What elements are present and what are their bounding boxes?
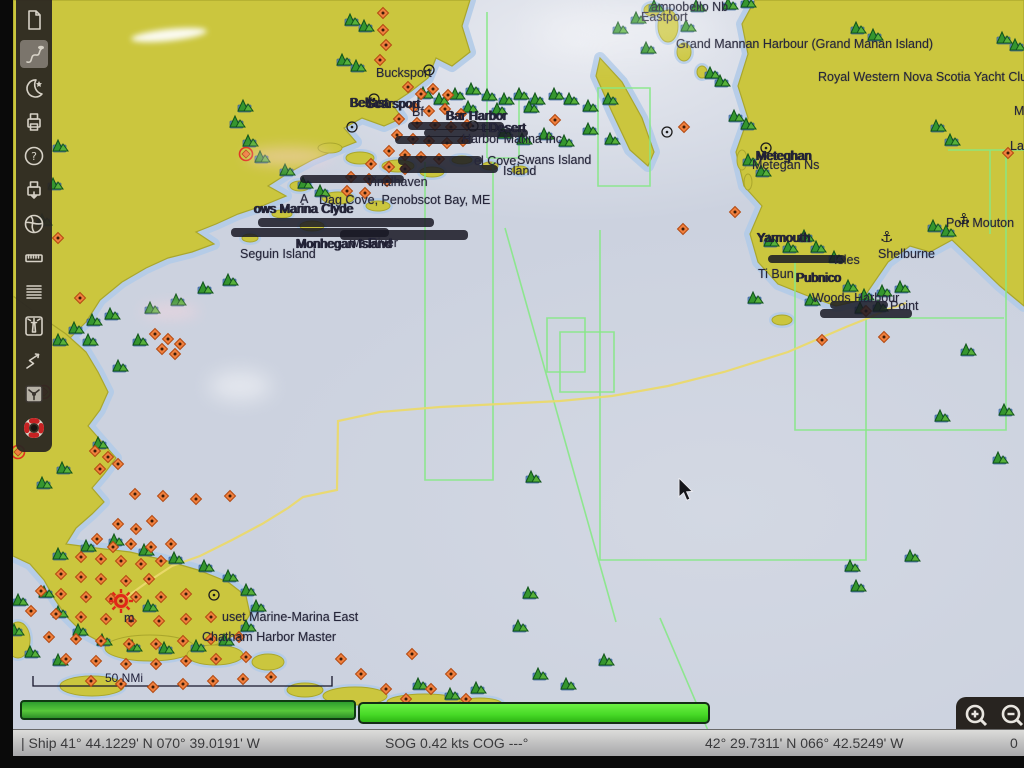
place-label: Ti Bun — [758, 267, 794, 281]
place-label: Pubnico — [796, 271, 841, 285]
place-label: Grand Mannan Harbour (Grand Manan Island… — [676, 37, 933, 51]
zoom-out-icon — [998, 702, 1024, 732]
place-label: Bf — [412, 105, 424, 119]
place-label: m — [124, 611, 134, 625]
sog-cog-readout: SOG 0.42 kts COG ---° — [385, 735, 528, 751]
plugin-button[interactable] — [20, 380, 48, 408]
place-label: Chatham Harbor Master — [202, 630, 336, 644]
route-create-icon — [22, 42, 46, 66]
ruler-icon — [22, 246, 46, 270]
place-label: Isles — [834, 253, 860, 267]
print-chart-button[interactable] — [20, 108, 48, 136]
help-icon: ? — [22, 144, 46, 168]
create-route-button[interactable] — [20, 40, 48, 68]
chart-labels: ampobello NbEastportGrand Mannan Harbour… — [13, 0, 1024, 729]
print-track-icon — [22, 178, 46, 202]
lighthouse-icon — [22, 314, 46, 338]
place-label: ows Marina Clyde — [254, 202, 353, 216]
place-label: uset Marine-Marina East — [222, 610, 358, 624]
place-label: Vinalhaven — [366, 175, 428, 189]
place-label: Point — [890, 299, 919, 313]
measure-button[interactable] — [20, 244, 48, 272]
zoom-in-icon — [962, 702, 992, 732]
place-label: Bucksport — [376, 66, 432, 80]
anchor-symbol[interactable]: ⚓ — [880, 228, 893, 246]
print-track-button[interactable] — [20, 176, 48, 204]
status-bar: | Ship 41° 44.1229' N 070° 39.0191' W SO… — [13, 729, 1024, 756]
printer-icon — [22, 110, 46, 134]
toolbar: ? — [16, 0, 52, 452]
place-label: Harbor Marina Inc — [462, 132, 562, 146]
cursor-position-readout: 42° 29.7311' N 066° 42.5249' W — [705, 735, 903, 751]
place-label: Royal Western Nova Scotia Yacht Club — [818, 70, 1024, 84]
anchor-symbol[interactable]: ⚓ — [957, 210, 970, 228]
overlapping-labels-blob — [398, 156, 482, 165]
chart-scale-button[interactable] — [20, 278, 48, 306]
track-icon — [22, 348, 46, 372]
place-label: Eastport — [641, 10, 688, 24]
overlapping-labels-blob — [258, 218, 434, 227]
color-scheme-button[interactable] — [20, 74, 48, 102]
place-label: Island — [503, 164, 536, 178]
place-label: Seguin Island — [240, 247, 316, 261]
man-overboard-button[interactable] — [20, 414, 48, 442]
place-label: M — [1014, 104, 1024, 118]
route-manager-button[interactable] — [20, 6, 48, 34]
place-label: Metegan Ns — [752, 158, 819, 172]
place-label: La — [1010, 139, 1024, 153]
screen: ampobello NbEastportGrand Mannan Harbour… — [0, 0, 1024, 768]
ship-position-readout: | Ship 41° 44.1229' N 070° 39.0191' W — [21, 735, 260, 751]
svg-text:?: ? — [31, 150, 37, 163]
scale-lines-icon — [22, 280, 46, 304]
globe-icon — [22, 212, 46, 236]
mob-icon — [22, 416, 46, 440]
chart-file-icon — [22, 8, 46, 32]
chart-bar-segment-2[interactable] — [358, 702, 710, 724]
place-label: Yarmouth — [757, 231, 810, 245]
night-mode-icon — [22, 76, 46, 100]
chart-canvas[interactable]: ampobello NbEastportGrand Mannan Harbour… — [13, 0, 1024, 729]
place-label: Woods Harbour — [812, 291, 899, 305]
place-label: Shelburne — [878, 247, 935, 261]
scale-label: 50 NMi — [105, 671, 143, 685]
status-right-fragment: 0 — [1010, 735, 1018, 751]
lights-overlay-button[interactable] — [20, 312, 48, 340]
track-button[interactable] — [20, 346, 48, 374]
plugin-box-icon — [22, 382, 46, 406]
world-view-button[interactable] — [20, 210, 48, 238]
chart-bar-segment-1[interactable] — [20, 700, 356, 720]
help-button[interactable]: ? — [20, 142, 48, 170]
